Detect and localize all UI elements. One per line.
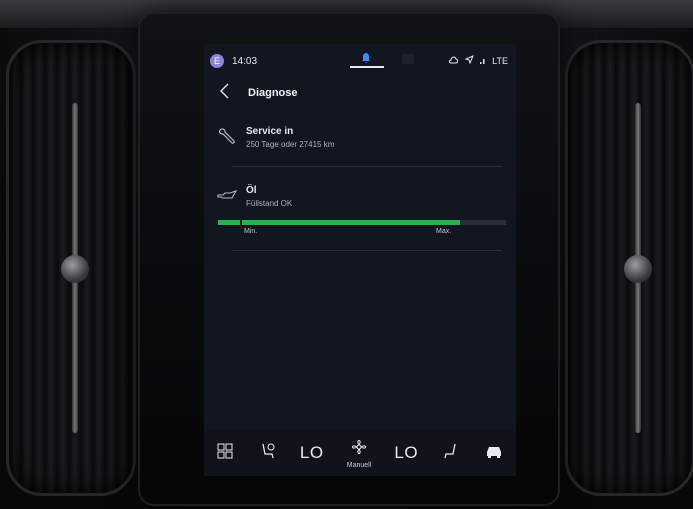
app-grid-button[interactable] xyxy=(216,442,234,465)
infotainment-screen: E 14:03 LTE Diagnose Service in 250 Tage… xyxy=(204,44,516,476)
notification-bell-icon xyxy=(360,52,372,67)
oil-min-label: Min. xyxy=(244,228,258,235)
air-vent-left xyxy=(6,40,136,496)
location-arrow-icon xyxy=(464,55,475,66)
seat-heat-left-button[interactable] xyxy=(257,441,277,466)
seat-heat-right-icon xyxy=(441,441,461,466)
clock: 14:03 xyxy=(232,56,258,67)
app-grid-icon xyxy=(216,442,234,465)
oil-row[interactable]: Öl Füllstand OK xyxy=(216,185,508,215)
service-detail: 250 Tage oder 27415 km xyxy=(246,140,335,149)
seat-heat-left-icon xyxy=(257,441,277,466)
divider xyxy=(232,166,502,167)
cloud-sync-icon xyxy=(448,55,459,66)
divider xyxy=(232,250,502,251)
wrench-icon xyxy=(216,126,238,148)
oil-max-label: Max. xyxy=(436,228,452,235)
oil-label: Öl xyxy=(246,185,257,196)
service-row[interactable]: Service in 250 Tage oder 27415 km xyxy=(216,126,508,156)
status-bar: E 14:03 LTE xyxy=(204,44,516,76)
fan-button[interactable]: Manuell xyxy=(346,438,372,469)
seat-heat-right-button[interactable] xyxy=(441,441,461,466)
fan-mode-label: Manuell xyxy=(346,461,372,469)
status-indicator xyxy=(402,54,414,64)
oil-detail: Füllstand OK xyxy=(246,199,293,208)
vent-knob-left xyxy=(61,255,89,283)
vent-knob-right xyxy=(624,255,652,283)
fan-icon xyxy=(349,438,369,461)
car-button[interactable] xyxy=(484,444,504,463)
oil-level-fill xyxy=(218,220,460,225)
temperature-left[interactable]: LO xyxy=(300,443,324,463)
signal-strength-icon xyxy=(480,56,486,66)
network-type: LTE xyxy=(492,55,508,66)
title-bar: Diagnose xyxy=(204,80,516,106)
back-button[interactable] xyxy=(218,82,236,102)
oil-min-marker xyxy=(240,218,242,227)
profile-avatar[interactable]: E xyxy=(210,54,224,68)
car-icon xyxy=(484,444,504,463)
climate-bar: LO Manuell LO xyxy=(204,430,516,476)
service-label: Service in xyxy=(246,126,294,137)
air-vent-right xyxy=(565,40,693,496)
oil-level-bar xyxy=(218,218,506,227)
connectivity-status: LTE xyxy=(448,55,508,66)
temperature-right[interactable]: LO xyxy=(394,443,418,463)
page-title: Diagnose xyxy=(248,87,298,99)
notification-underline xyxy=(350,66,384,68)
oil-can-icon xyxy=(216,185,238,207)
chevron-left-icon xyxy=(218,83,230,104)
profile-initial: E xyxy=(213,56,220,66)
notification-tab[interactable] xyxy=(350,52,384,68)
